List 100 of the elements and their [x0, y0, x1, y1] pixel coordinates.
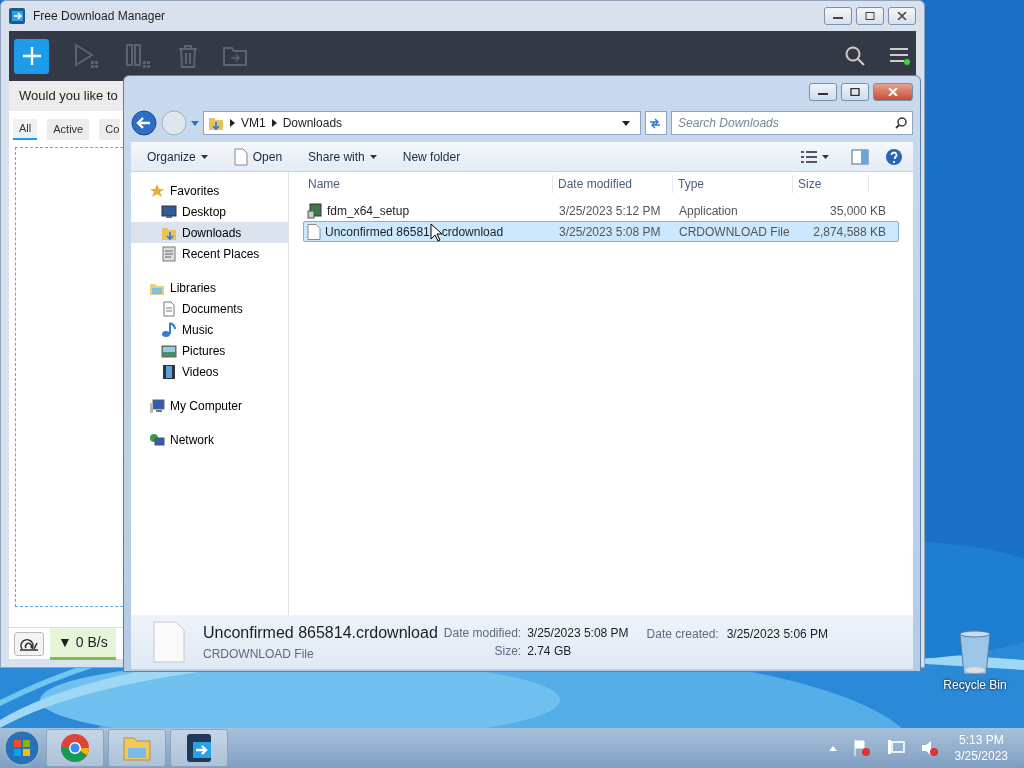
image-icon	[161, 342, 177, 359]
property-value: 3/25/2023 5:06 PM	[726, 626, 829, 643]
toolbar-button[interactable]: New folder	[396, 145, 467, 168]
back-icon[interactable]	[131, 110, 157, 136]
refresh-icon	[648, 116, 662, 130]
recycle-bin-icon	[957, 630, 993, 676]
file-name: Unconfirmed 865814.crdownload	[203, 623, 438, 643]
sidebar-item[interactable]: Libraries	[131, 277, 288, 298]
search-icon	[895, 117, 907, 129]
caret-icon[interactable]	[622, 120, 630, 126]
column-header[interactable]: Size	[793, 175, 869, 193]
computer-icon	[149, 397, 165, 414]
sidebar-item[interactable]: My Computer	[131, 395, 288, 416]
column-header[interactable]: Date modified	[553, 175, 673, 193]
toolbar-button[interactable]: Share with	[302, 145, 383, 168]
sidebar-item[interactable]: Music	[131, 319, 288, 340]
installer-icon	[307, 202, 323, 219]
column-header[interactable]: Type	[673, 175, 793, 193]
filter-tab[interactable]: Co	[99, 119, 121, 140]
sidebar-item[interactable]: Desktop	[131, 201, 288, 222]
filter-tab[interactable]: Active	[47, 119, 90, 140]
speed-indicator: ▼ 0 B/s	[50, 627, 116, 660]
window-control-button[interactable]	[856, 7, 884, 25]
maximize-icon	[865, 12, 875, 20]
table-cell-text: 35,000 KB	[828, 202, 886, 220]
menu-icon[interactable]	[889, 46, 911, 66]
music-note-icon	[161, 321, 177, 338]
sidebar-item[interactable]: Downloads	[131, 222, 288, 243]
sidebar-item[interactable]: Videos	[131, 361, 288, 382]
address-bar[interactable]: VM1 Downloads	[203, 111, 641, 135]
window-control-button[interactable]	[809, 83, 837, 101]
speaker-icon[interactable]	[920, 739, 939, 757]
preview-pane-icon[interactable]	[851, 148, 869, 165]
file-icon	[233, 147, 248, 166]
clock-date: 3/25/2023	[954, 748, 1008, 764]
property-value: 2.74 GB	[527, 643, 573, 660]
chevron-icon	[271, 119, 277, 127]
breadcrumb-item[interactable]: Downloads	[282, 114, 343, 132]
sidebar-item[interactable]: Network	[131, 429, 288, 450]
network-icon	[149, 431, 165, 448]
app-logo-icon	[184, 733, 214, 763]
flag-icon[interactable]	[852, 739, 871, 757]
file-name: crdownload	[441, 223, 504, 241]
table-cell-text: 3/25/2023 5:12 PM	[558, 202, 662, 220]
sidebar-item[interactable]: Documents	[131, 298, 288, 319]
breadcrumb-item[interactable]: VM1	[241, 114, 266, 132]
maximize-icon	[850, 88, 860, 96]
toolbar-button[interactable]: Organize	[141, 145, 214, 168]
column-header[interactable]: Name	[303, 175, 553, 193]
table-cell-text: 2,874,588 KB	[812, 223, 886, 241]
sidebar-item[interactable]: Recent Places	[131, 243, 288, 264]
sidebar-item[interactable]: Pictures	[131, 340, 288, 361]
close-icon	[888, 88, 898, 96]
monitor-icon	[161, 203, 177, 220]
search-field[interactable]: Search Downloads	[671, 111, 913, 135]
window-title: Free Download Manager	[33, 8, 166, 25]
window-control-button[interactable]	[824, 7, 852, 25]
file-row[interactable]: fdm_x64_setup 3/25/2023 5:12 PM Application 35,000 KB	[303, 200, 899, 221]
window-control-button[interactable]	[888, 7, 916, 25]
file-row[interactable]: Unconfirmed 86581 crdownload 3/25/2023 5:08 PM CRDOWNLOAD File 2,874,588 KB	[303, 221, 899, 242]
file-type: CRDOWNLOAD File	[203, 646, 315, 663]
file-name: fdm_x64_setup	[327, 202, 410, 220]
file-icon	[307, 223, 321, 240]
app-logo-icon	[9, 8, 25, 24]
caret-icon	[822, 154, 829, 159]
plus-icon	[21, 46, 42, 66]
caret-icon	[369, 154, 377, 159]
close-icon	[897, 12, 907, 20]
property-label: Date modified:	[443, 625, 522, 642]
browser-icon	[60, 733, 90, 763]
speed-limit-button[interactable]	[14, 631, 44, 656]
network-icon[interactable]	[886, 739, 905, 757]
document-icon	[161, 245, 177, 262]
property-value: 3/25/2023 5:08 PM	[527, 625, 629, 642]
add-button[interactable]	[14, 38, 49, 74]
table-cell-text: CRDOWNLOAD File	[678, 223, 791, 241]
film-icon	[161, 363, 177, 380]
toolbar-button[interactable]: Open	[227, 145, 289, 168]
filter-tab[interactable]: All	[13, 119, 38, 140]
property-label: Date created:	[646, 626, 719, 643]
refresh-button[interactable]	[645, 111, 667, 135]
file-icon	[153, 621, 185, 663]
star-icon	[149, 182, 165, 199]
search-icon[interactable]	[845, 46, 865, 66]
caret-icon	[200, 154, 208, 159]
window-control-button[interactable]	[841, 83, 869, 101]
sidebar-item[interactable]: Favorites	[131, 180, 288, 201]
folder-icon	[208, 115, 224, 131]
property-label: Size:	[493, 643, 522, 660]
start-button-icon[interactable]	[2, 729, 42, 767]
table-cell-text: 3/25/2023 5:08 PM	[558, 223, 662, 241]
document-icon	[161, 300, 177, 317]
taskbar-button[interactable]	[170, 729, 228, 767]
clock-time: 5:13 PM	[957, 732, 1005, 748]
file-name: Unconfirmed 86581	[325, 223, 430, 241]
list-view-icon	[801, 149, 817, 164]
chevron-icon	[230, 119, 235, 127]
mouse-pointer-icon	[430, 223, 442, 242]
help-icon[interactable]	[885, 147, 903, 166]
table-cell-text: Application	[678, 202, 739, 220]
